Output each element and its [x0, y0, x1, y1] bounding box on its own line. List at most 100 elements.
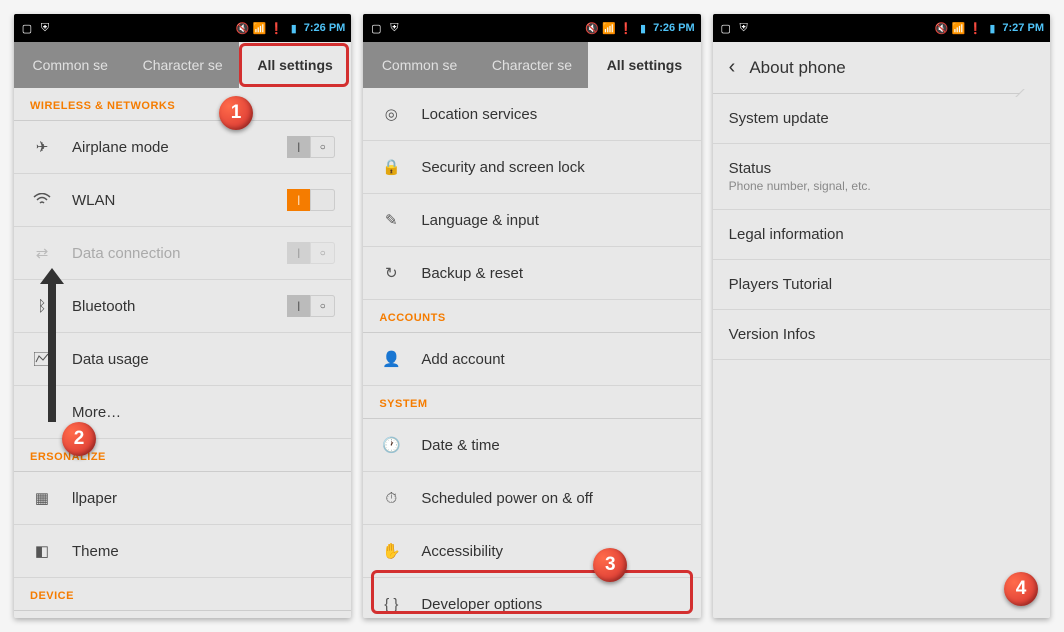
status-bar: ▢ ⛨ 🔇 📶 ❗ ▮ 7:26 PM [14, 14, 351, 42]
datetime-label: Date & time [421, 437, 684, 454]
status-label: Status [729, 160, 1034, 177]
about-list[interactable]: System update Status Phone number, signa… [713, 94, 1050, 618]
row-data-connection[interactable]: ⇄ Data connection |○ [14, 227, 351, 280]
tab-all-settings[interactable]: All settings [239, 42, 351, 88]
row-date-time[interactable]: 🕐 Date & time [363, 419, 700, 472]
tab-all-settings[interactable]: All settings [588, 42, 700, 88]
shield-icon: ⛨ [737, 21, 751, 35]
hand-icon: ✋ [379, 539, 403, 563]
scroll-arrow [48, 282, 56, 422]
back-icon[interactable]: ‹ [729, 56, 736, 79]
toggle-airplane[interactable]: |○ [287, 136, 335, 158]
airplane-label: Airplane mode [72, 139, 287, 156]
tab-bar: Common se Character se All settings [363, 42, 700, 88]
row-accessibility[interactable]: ✋ Accessibility [363, 525, 700, 578]
signal-icon: 📶 [951, 21, 965, 35]
theme-icon: ◧ [30, 539, 54, 563]
location-icon: ◎ [379, 102, 403, 126]
row-airplane-mode[interactable]: ✈ Airplane mode |○ [14, 121, 351, 174]
wallpaper-icon: ▦ [30, 486, 54, 510]
shield-icon: ⛨ [38, 21, 52, 35]
row-developer-options[interactable]: { } Developer options [363, 578, 700, 618]
tab-common[interactable]: Common se [363, 42, 475, 88]
pen-icon: ✎ [379, 208, 403, 232]
clock-label: 7:26 PM [653, 22, 695, 34]
alert-icon: ❗ [968, 21, 982, 35]
row-location[interactable]: ◎ Location services [363, 88, 700, 141]
row-system-update[interactable]: System update [713, 94, 1050, 144]
wlan-label: WLAN [72, 192, 287, 209]
phone-screen-3: ▢ ⛨ 🔇 📶 ❗ ▮ 7:27 PM ‹ About phone System… [713, 14, 1050, 618]
signal-icon: 📶 [602, 21, 616, 35]
row-legal[interactable]: Legal information [713, 210, 1050, 260]
security-label: Security and screen lock [421, 159, 684, 176]
toggle-wlan[interactable]: | [287, 189, 335, 211]
adduser-icon: 👤 [379, 347, 403, 371]
update-label: System update [729, 110, 1034, 127]
row-security[interactable]: 🔒 Security and screen lock [363, 141, 700, 194]
data-label: Data connection [72, 245, 287, 262]
tab-character[interactable]: Character se [126, 42, 238, 88]
usage-label: Data usage [72, 351, 335, 368]
timer-icon: ⏱ [379, 486, 403, 510]
row-tutorial[interactable]: Players Tutorial [713, 260, 1050, 310]
annotation-1: 1 [219, 96, 253, 130]
clock-label: 7:27 PM [1002, 22, 1044, 34]
toggle-data[interactable]: |○ [287, 242, 335, 264]
status-subtitle: Phone number, signal, etc. [729, 179, 1034, 193]
more-label: More… [72, 404, 335, 421]
alert-icon: ❗ [619, 21, 633, 35]
mute-icon: 🔇 [236, 21, 250, 35]
battery-icon: ▮ [636, 21, 650, 35]
mute-icon: 🔇 [934, 21, 948, 35]
battery-icon: ▮ [287, 21, 301, 35]
section-system: SYSTEM [363, 386, 700, 419]
row-wallpaper[interactable]: ▦ llpaper [14, 472, 351, 525]
refresh-icon: ↻ [379, 261, 403, 285]
shield-icon: ⛨ [387, 21, 401, 35]
developer-label: Developer options [421, 596, 684, 613]
row-wlan[interactable]: WLAN | [14, 174, 351, 227]
annotation-4: 4 [1004, 572, 1038, 606]
version-label: Version Infos [729, 326, 1034, 343]
theme-label: Theme [72, 543, 335, 560]
location-label: Location services [421, 106, 684, 123]
row-scheduled-power[interactable]: ⏱ Scheduled power on & off [363, 472, 700, 525]
tab-bar: Common se Character se All settings [14, 42, 351, 88]
row-theme[interactable]: ◧ Theme [14, 525, 351, 578]
accessibility-label: Accessibility [421, 543, 684, 560]
row-language[interactable]: ✎ Language & input [363, 194, 700, 247]
row-status[interactable]: Status Phone number, signal, etc. [713, 144, 1050, 210]
row-backup[interactable]: ↻ Backup & reset [363, 247, 700, 300]
phone-screen-2: ▢ ⛨ 🔇 📶 ❗ ▮ 7:26 PM Common se Character … [363, 14, 700, 618]
row-audio-profiles[interactable]: 🔉 Audio profiles [14, 611, 351, 618]
braces-icon: { } [379, 592, 403, 616]
settings-list[interactable]: ◎ Location services 🔒 Security and scree… [363, 88, 700, 618]
annotation-2: 2 [62, 422, 96, 456]
about-phone-header: ‹ About phone [713, 42, 1050, 94]
tab-character[interactable]: Character se [476, 42, 588, 88]
toggle-bluetooth[interactable]: |○ [287, 295, 335, 317]
status-bar: ▢ ⛨ 🔇 📶 ❗ ▮ 7:27 PM [713, 14, 1050, 42]
page-title: About phone [749, 58, 845, 78]
bluetooth-label: Bluetooth [72, 298, 287, 315]
language-label: Language & input [421, 212, 684, 229]
lock-icon: 🔒 [379, 155, 403, 179]
section-accounts: ACCOUNTS [363, 300, 700, 333]
alert-icon: ❗ [270, 21, 284, 35]
section-wireless-networks: WIRELESS & NETWORKS [14, 88, 351, 121]
wallpaper-label: llpaper [72, 490, 335, 507]
row-add-account[interactable]: 👤 Add account [363, 333, 700, 386]
legal-label: Legal information [729, 226, 1034, 243]
row-data-usage[interactable]: Data usage [14, 333, 351, 386]
row-bluetooth[interactable]: ᛒ Bluetooth |○ [14, 280, 351, 333]
signal-icon: 📶 [253, 21, 267, 35]
scheduled-label: Scheduled power on & off [421, 490, 684, 507]
gallery-icon: ▢ [20, 21, 34, 35]
tab-common[interactable]: Common se [14, 42, 126, 88]
settings-list[interactable]: WIRELESS & NETWORKS ✈ Airplane mode |○ W… [14, 88, 351, 618]
section-device: DEVICE [14, 578, 351, 611]
row-version[interactable]: Version Infos [713, 310, 1050, 360]
clock-label: 7:26 PM [304, 22, 346, 34]
backup-label: Backup & reset [421, 265, 684, 282]
